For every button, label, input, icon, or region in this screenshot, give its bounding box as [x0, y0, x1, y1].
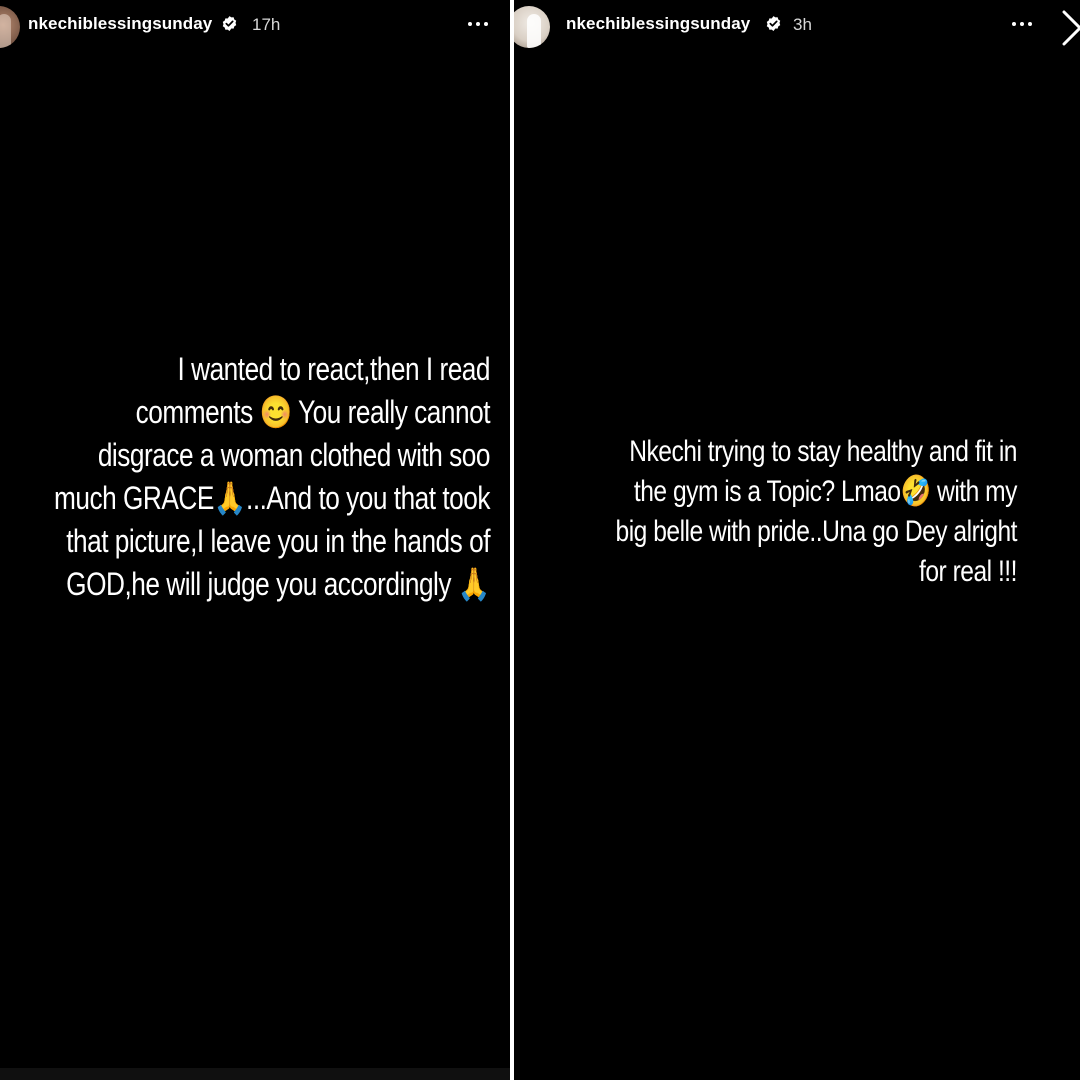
- avatar-figure: [0, 14, 12, 48]
- story-timestamp: 17h: [252, 15, 281, 34]
- avatar[interactable]: [514, 6, 550, 48]
- more-options-icon[interactable]: [463, 12, 493, 36]
- caption-line: much GRACE🙏...And to you that took: [54, 480, 491, 516]
- caption-line: big belle with pride..Una go Dey alright: [615, 515, 1018, 548]
- avatar-figure: [527, 14, 542, 48]
- story-header: nkechiblessingsunday 17h: [0, 0, 510, 56]
- caption-line: Nkechi trying to stay healthy and fit in: [629, 435, 1017, 468]
- story-footer-bar: [0, 1068, 510, 1080]
- more-options-icon[interactable]: [1007, 12, 1037, 36]
- story-caption: Nkechi trying to stay healthy and fit in…: [578, 432, 1018, 592]
- story-header: nkechiblessingsunday 3h: [514, 0, 1080, 56]
- caption-line: I wanted to react,then I read: [177, 351, 491, 387]
- caption-line: the gym is a Topic? Lmao🤣 with my: [633, 475, 1018, 508]
- verified-badge-icon: [222, 16, 237, 31]
- story-comparison: nkechiblessingsunday 17h I wanted to rea…: [0, 0, 1080, 1080]
- caption-line: GOD,he will judge you accordingly 🙏: [66, 566, 490, 602]
- caption-line: for real !!!: [918, 555, 1017, 588]
- story-panel-right[interactable]: nkechiblessingsunday 3h Nkechi trying to…: [514, 0, 1080, 1080]
- avatar[interactable]: [0, 6, 20, 48]
- verified-badge-icon: [766, 16, 781, 31]
- caption-line: disgrace a woman clothed with soo: [97, 437, 491, 473]
- username[interactable]: nkechiblessingsunday: [566, 14, 750, 34]
- story-panel-left[interactable]: nkechiblessingsunday 17h I wanted to rea…: [0, 0, 510, 1080]
- caption-line: that picture,I leave you in the hands of: [66, 523, 490, 559]
- story-timestamp: 3h: [793, 15, 812, 34]
- caption-line: comments 😊 You really cannot: [135, 394, 491, 430]
- chevron-right-icon[interactable]: [1060, 8, 1080, 48]
- story-caption: I wanted to react,then I read comments 😊…: [31, 348, 490, 606]
- username[interactable]: nkechiblessingsunday: [28, 14, 212, 34]
